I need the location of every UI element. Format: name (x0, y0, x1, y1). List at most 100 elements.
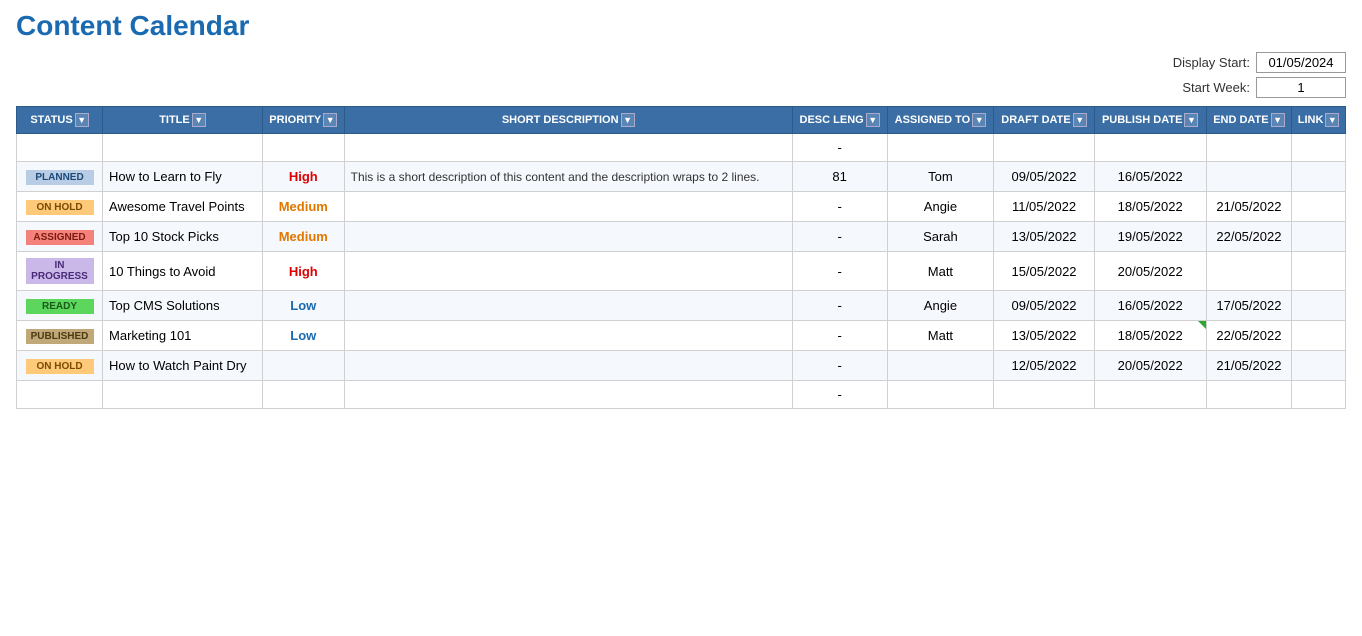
cell-title: 10 Things to Avoid (103, 252, 263, 291)
cell-short-description (344, 134, 792, 162)
cell-title: Awesome Travel Points (103, 192, 263, 222)
table-row: PUBLISHEDMarketing 101Low-Matt13/05/2022… (17, 321, 1346, 351)
col-header-short_description: SHORT DESCRIPTION▼ (344, 107, 792, 134)
cell-assigned-to (887, 351, 994, 381)
cell-publish-date: 19/05/2022 (1094, 222, 1206, 252)
cell-desc-leng: - (792, 351, 887, 381)
cell-link (1292, 192, 1346, 222)
dropdown-arrow-status[interactable]: ▼ (75, 113, 89, 127)
table-row: - (17, 381, 1346, 409)
status-badge: IN PROGRESS (26, 258, 94, 284)
cell-short-description (344, 291, 792, 321)
cell-priority: Low (262, 291, 344, 321)
cell-link (1292, 291, 1346, 321)
cell-short-description: This is a short description of this cont… (344, 162, 792, 192)
cell-status: ASSIGNED (17, 222, 103, 252)
cell-desc-leng: - (792, 134, 887, 162)
status-badge: PLANNED (26, 170, 94, 185)
cell-priority: Medium (262, 222, 344, 252)
col-header-title: TITLE▼ (103, 107, 263, 134)
cell-status: ON HOLD (17, 351, 103, 381)
table-header: STATUS▼TITLE▼PRIORITY▼SHORT DESCRIPTION▼… (17, 107, 1346, 134)
cell-publish-date: 20/05/2022 (1094, 351, 1206, 381)
start-week-input[interactable] (1256, 77, 1346, 98)
cell-priority (262, 381, 344, 409)
cell-link (1292, 381, 1346, 409)
dropdown-arrow-link[interactable]: ▼ (1325, 113, 1339, 127)
cell-publish-date: 16/05/2022 (1094, 291, 1206, 321)
table-row: - (17, 134, 1346, 162)
cell-draft-date (994, 381, 1094, 409)
cell-draft-date: 09/05/2022 (994, 291, 1094, 321)
cell-status (17, 134, 103, 162)
content-calendar-table: STATUS▼TITLE▼PRIORITY▼SHORT DESCRIPTION▼… (16, 106, 1346, 409)
table-row: READYTop CMS SolutionsLow-Angie09/05/202… (17, 291, 1346, 321)
cell-assigned-to (887, 134, 994, 162)
cell-link (1292, 222, 1346, 252)
cell-publish-date: 16/05/2022 (1094, 162, 1206, 192)
cell-desc-leng: - (792, 381, 887, 409)
dropdown-arrow-assigned_to[interactable]: ▼ (972, 113, 986, 127)
cell-link (1292, 162, 1346, 192)
cell-assigned-to: Tom (887, 162, 994, 192)
cell-publish-date: 18/05/2022 (1094, 321, 1206, 351)
cell-short-description (344, 222, 792, 252)
display-start-input[interactable] (1256, 52, 1346, 73)
page-title: Content Calendar (16, 10, 1346, 42)
cell-end-date (1206, 134, 1291, 162)
cell-assigned-to: Sarah (887, 222, 994, 252)
cell-short-description (344, 252, 792, 291)
status-badge: PUBLISHED (26, 329, 94, 344)
cell-short-description (344, 321, 792, 351)
dropdown-arrow-title[interactable]: ▼ (192, 113, 206, 127)
dropdown-arrow-desc_leng[interactable]: ▼ (866, 113, 880, 127)
cell-desc-leng: - (792, 291, 887, 321)
col-header-link: LINK▼ (1292, 107, 1346, 134)
cell-link (1292, 134, 1346, 162)
cell-status: PLANNED (17, 162, 103, 192)
table-row: PLANNEDHow to Learn to FlyHighThis is a … (17, 162, 1346, 192)
display-start-row: Display Start: (1173, 52, 1346, 73)
cell-short-description (344, 381, 792, 409)
cell-desc-leng: - (792, 222, 887, 252)
col-header-status: STATUS▼ (17, 107, 103, 134)
cell-desc-leng: - (792, 252, 887, 291)
cell-publish-date (1094, 134, 1206, 162)
cell-publish-date: 18/05/2022 (1094, 192, 1206, 222)
cell-draft-date: 15/05/2022 (994, 252, 1094, 291)
start-week-label: Start Week: (1182, 80, 1250, 95)
cell-end-date (1206, 252, 1291, 291)
cell-priority (262, 134, 344, 162)
cell-publish-date (1094, 381, 1206, 409)
cell-title: How to Watch Paint Dry (103, 351, 263, 381)
cell-priority: Low (262, 321, 344, 351)
cell-title: Marketing 101 (103, 321, 263, 351)
cell-status: PUBLISHED (17, 321, 103, 351)
cell-short-description (344, 351, 792, 381)
cell-draft-date (994, 134, 1094, 162)
dropdown-arrow-short_description[interactable]: ▼ (621, 113, 635, 127)
cell-assigned-to: Matt (887, 321, 994, 351)
status-badge: ON HOLD (26, 359, 94, 374)
cell-desc-leng: 81 (792, 162, 887, 192)
dropdown-arrow-end_date[interactable]: ▼ (1271, 113, 1285, 127)
cell-draft-date: 12/05/2022 (994, 351, 1094, 381)
col-header-publish_date: PUBLISH DATE▼ (1094, 107, 1206, 134)
cell-title: How to Learn to Fly (103, 162, 263, 192)
cell-draft-date: 13/05/2022 (994, 321, 1094, 351)
cell-status (17, 381, 103, 409)
status-badge: ON HOLD (26, 200, 94, 215)
table-row: ON HOLD How to Watch Paint Dry - 12/05/2022… (17, 351, 1346, 381)
cell-end-date (1206, 162, 1291, 192)
top-controls: Display Start: Start Week: (16, 52, 1346, 98)
table-row: ON HOLDAwesome Travel PointsMedium-Angie… (17, 192, 1346, 222)
dropdown-arrow-publish_date[interactable]: ▼ (1184, 113, 1198, 127)
cell-status: READY (17, 291, 103, 321)
cell-assigned-to (887, 381, 994, 409)
dropdown-arrow-draft_date[interactable]: ▼ (1073, 113, 1087, 127)
dropdown-arrow-priority[interactable]: ▼ (323, 113, 337, 127)
cell-draft-date: 13/05/2022 (994, 222, 1094, 252)
cell-end-date: 22/05/2022 (1206, 321, 1291, 351)
cell-assigned-to: Angie (887, 192, 994, 222)
col-header-desc_leng: DESC LENG▼ (792, 107, 887, 134)
